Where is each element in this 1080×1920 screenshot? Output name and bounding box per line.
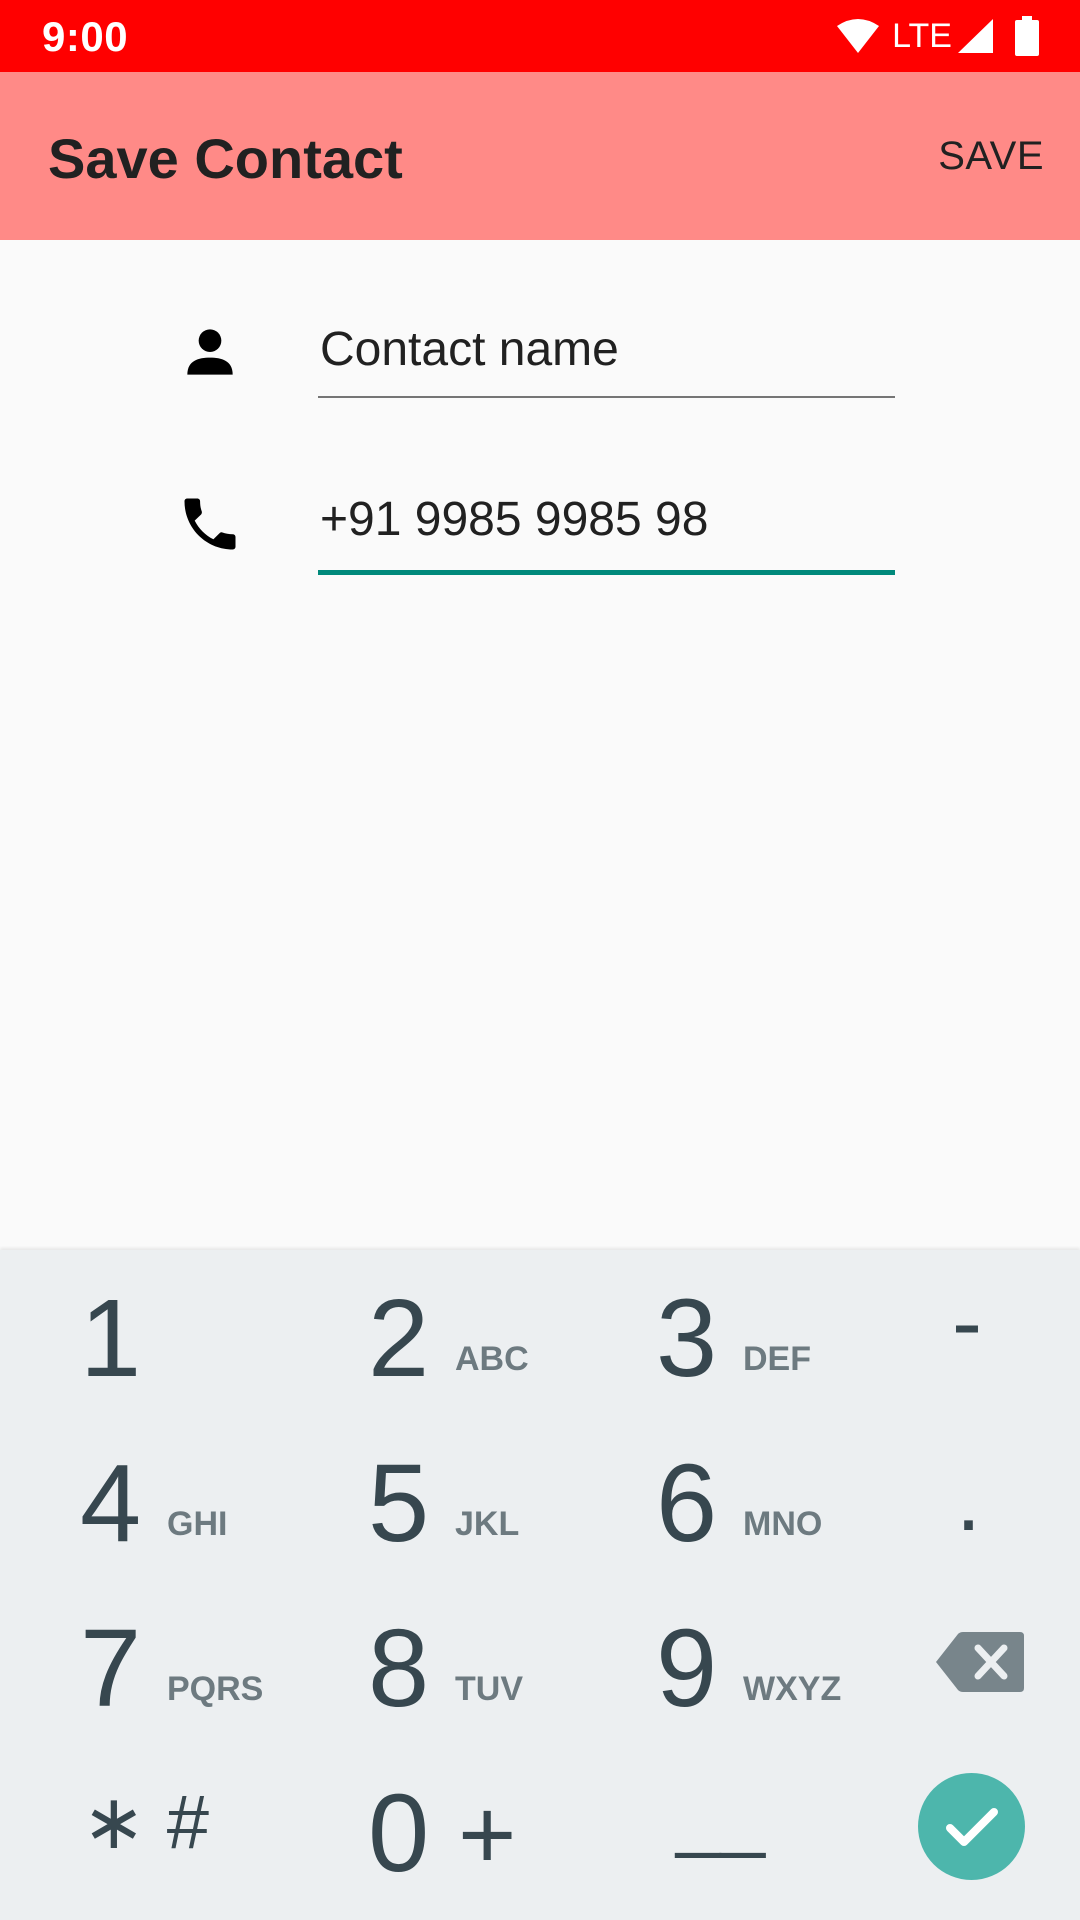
- save-button[interactable]: SAVE: [938, 134, 1044, 179]
- status-time: 9:00: [42, 13, 129, 60]
- phone-underline: [318, 570, 895, 575]
- phone-row: +91 9985 9985 98: [0, 480, 1080, 590]
- key-0[interactable]: 0 +: [330, 1765, 580, 1915]
- star-hash-symbol: ∗ #: [82, 1780, 210, 1865]
- page-title: Save Contact: [48, 127, 403, 190]
- phone-value: +91 9985 9985 98: [320, 493, 709, 546]
- contact-name-field[interactable]: Contact name: [318, 322, 895, 402]
- key-dash[interactable]: -: [900, 1270, 1040, 1420]
- wifi-icon: [837, 19, 880, 53]
- key-dot[interactable]: .: [900, 1435, 1040, 1585]
- key-9[interactable]: 9 WXYZ: [620, 1600, 870, 1750]
- key-3[interactable]: 3 DEF: [620, 1270, 870, 1420]
- key-letters: WXYZ: [743, 1670, 842, 1708]
- dot-symbol: .: [956, 1450, 982, 1550]
- key-star-hash[interactable]: ∗ #: [40, 1765, 290, 1915]
- key-digit: 4: [80, 1442, 142, 1565]
- contact-name-placeholder: Contact name: [320, 323, 619, 376]
- key-letters: MNO: [743, 1505, 823, 1543]
- status-bar: 9:00 LTE: [0, 0, 1080, 72]
- network-type-label: LTE: [892, 16, 952, 55]
- phone-icon: [184, 498, 236, 550]
- backspace-icon: [936, 1632, 1024, 1692]
- key-4[interactable]: 4 GHI: [40, 1435, 290, 1585]
- dash-symbol: -: [952, 1273, 982, 1373]
- key-digit: 5: [368, 1442, 430, 1565]
- key-letters: TUV: [455, 1670, 523, 1708]
- status-icons: LTE: [836, 16, 1040, 56]
- key-6[interactable]: 6 MNO: [620, 1435, 870, 1585]
- check-icon: [946, 1808, 998, 1846]
- key-digit: 7: [80, 1607, 142, 1730]
- key-1[interactable]: 1: [40, 1270, 290, 1420]
- key-underscore[interactable]: __: [640, 1765, 840, 1915]
- key-digit: 1: [80, 1277, 142, 1400]
- signal-icon: [958, 19, 993, 53]
- key-digit: 2: [368, 1277, 430, 1400]
- key-letters: JKL: [455, 1505, 520, 1543]
- key-digit: 0: [368, 1772, 430, 1895]
- contact-name-row: Contact name: [0, 310, 1080, 410]
- done-button[interactable]: [918, 1773, 1025, 1880]
- key-8[interactable]: 8 TUV: [330, 1600, 580, 1750]
- phone-field[interactable]: +91 9985 9985 98: [318, 492, 895, 582]
- key-letters: PQRS: [167, 1670, 264, 1708]
- key-letters: ABC: [455, 1340, 529, 1378]
- key-letters: GHI: [167, 1505, 228, 1543]
- key-7[interactable]: 7 PQRS: [40, 1600, 290, 1750]
- key-digit: 8: [368, 1607, 430, 1730]
- contact-name-underline: [318, 396, 895, 398]
- key-digit: 3: [656, 1277, 718, 1400]
- key-2[interactable]: 2 ABC: [330, 1270, 580, 1420]
- key-5[interactable]: 5 JKL: [330, 1435, 580, 1585]
- battery-icon: [1015, 16, 1039, 56]
- key-digit: 9: [656, 1607, 718, 1730]
- backspace-button[interactable]: [920, 1620, 1040, 1730]
- app-bar: Save Contact SAVE: [0, 72, 1080, 240]
- key-letters: DEF: [743, 1340, 811, 1378]
- person-icon: [187, 329, 233, 375]
- underscore-symbol: __: [676, 1770, 765, 1859]
- key-letters: +: [458, 1779, 517, 1891]
- key-digit: 6: [656, 1442, 718, 1565]
